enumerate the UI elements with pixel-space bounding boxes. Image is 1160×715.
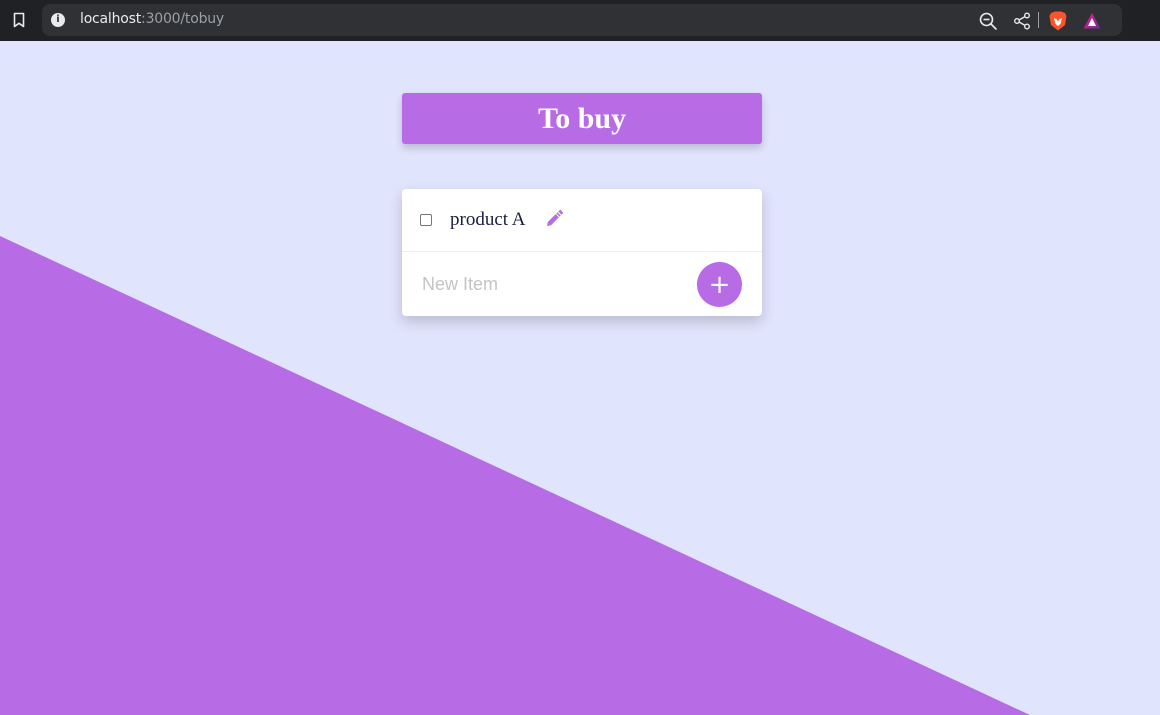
share-icon[interactable] [1012, 11, 1032, 31]
toolbar-divider [1038, 12, 1039, 28]
list-item: product A [402, 189, 762, 252]
url-text[interactable]: localhost:3000/tobuy [80, 11, 224, 27]
brave-lion-icon[interactable] [1048, 10, 1068, 32]
todo-list-card: product A + [402, 189, 762, 316]
zoom-out-icon[interactable] [978, 11, 998, 31]
bookmark-icon[interactable] [10, 11, 28, 29]
page-title: To buy [537, 101, 627, 135]
add-item-button[interactable]: + [697, 262, 742, 307]
new-item-row: + [402, 253, 762, 316]
item-label: product A [450, 209, 526, 230]
brave-rewards-icon[interactable] [1082, 11, 1102, 31]
new-item-input[interactable] [422, 271, 682, 297]
page-title-banner: To buy [402, 93, 762, 144]
site-info-icon[interactable]: i [51, 13, 65, 27]
item-checkbox[interactable] [420, 214, 432, 226]
browser-toolbar: i localhost:3000/tobuy [0, 0, 1160, 41]
pencil-icon[interactable] [544, 209, 564, 229]
plus-icon: + [708, 269, 731, 300]
